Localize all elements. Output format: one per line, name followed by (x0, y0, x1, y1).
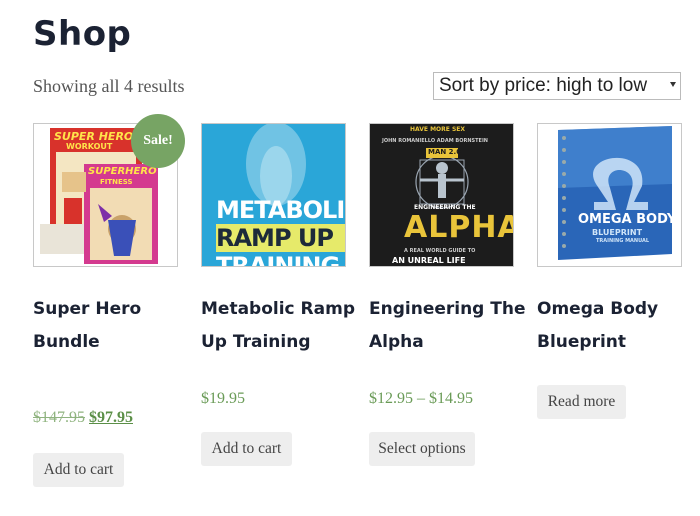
regular-price: $147.95 (33, 409, 85, 426)
product-image-engineering-the-alpha[interactable]: HAVE MORE SEX JOHN ROMANIELLO ADAM BORNS… (369, 123, 514, 267)
add-to-cart-button[interactable]: Add to cart (33, 453, 124, 487)
sort-select[interactable]: Sort by price: high to low (433, 72, 681, 100)
add-to-cart-button[interactable]: Add to cart (201, 432, 292, 466)
sort-selected-label: Sort by price: high to low (439, 75, 648, 96)
cover-line-2: RAMP UP (216, 224, 334, 252)
cover-line-3: TRAINING (216, 252, 340, 267)
result-count: Showing all 4 results (33, 76, 185, 96)
product-price: $19.95 (201, 390, 245, 407)
cover-line-3: TRAINING MANUAL (596, 238, 650, 244)
cover-title-bottom: SUPERHERO (88, 166, 157, 177)
cover-top: HAVE MORE SEX (410, 126, 466, 133)
cover-big: ALPHA (404, 210, 514, 245)
cover-sub: A REAL WORLD GUIDE TO (404, 248, 476, 254)
product-image-omega-body-blueprint[interactable]: OMEGA BODY BLUEPRINT TRAINING MANUAL (537, 123, 682, 267)
page-title: Shop (33, 14, 132, 54)
product-image-metabolic-ramp-up[interactable]: METABOLIC RAMP UP TRAINING (201, 123, 346, 267)
dropdown-arrow-icon (670, 82, 676, 87)
product-title[interactable]: Engineering The Alpha (369, 293, 529, 359)
product-title[interactable]: Super Hero Bundle (33, 293, 193, 359)
read-more-button[interactable]: Read more (537, 385, 626, 419)
sale-badge: Sale! (131, 114, 185, 168)
omega-cover-art (538, 124, 681, 266)
product-title[interactable]: Metabolic Ramp Up Training (201, 293, 361, 359)
cover-bottom: AN UNREAL LIFE (392, 256, 466, 265)
product-card-engineering-the-alpha: HAVE MORE SEX JOHN ROMANIELLO ADAM BORNS… (369, 123, 526, 466)
cover-tag: MAN 2.0 (428, 148, 462, 156)
cover-authors: JOHN ROMANIELLO ADAM BORNSTEIN (382, 138, 488, 144)
cover-line-1: METABOLIC (216, 196, 345, 224)
product-card-metabolic-ramp-up: METABOLIC RAMP UP TRAINING Metabolic Ram… (201, 123, 355, 466)
cover-sub-bottom: FITNESS (100, 178, 133, 186)
cover-line-1: OMEGA BODY (578, 212, 677, 227)
cover-sub-top: WORKOUT (66, 142, 113, 151)
product-card-omega-body-blueprint: OMEGA BODY BLUEPRINT TRAINING MANUAL Ome… (537, 123, 682, 419)
product-title[interactable]: Omega Body Blueprint (537, 293, 697, 359)
product-price: $147.95 $97.95 (33, 409, 133, 427)
sale-price: $97.95 (89, 409, 133, 426)
select-options-button[interactable]: Select options (369, 432, 475, 466)
cover-line-2: BLUEPRINT (592, 228, 643, 237)
product-price: $12.95 – $14.95 (369, 390, 473, 407)
